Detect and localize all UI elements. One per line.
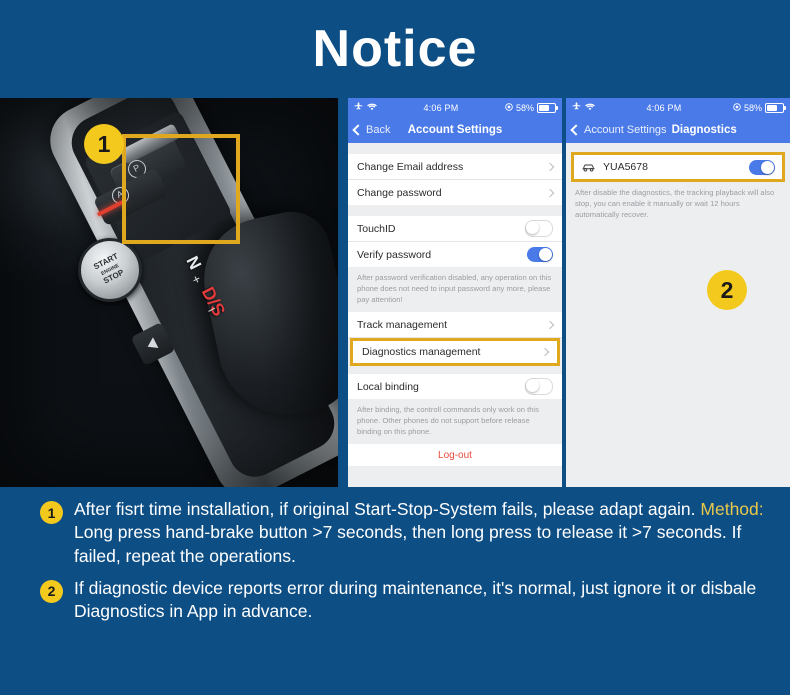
airplane-icon <box>572 102 581 113</box>
list-item-label: Local binding <box>357 380 419 393</box>
note-method-label: Method: <box>700 499 764 519</box>
diagnostics-device-row[interactable]: YUA5678 <box>574 155 782 179</box>
back-button[interactable]: Account Settings <box>570 124 667 136</box>
step-badge-2: 2 <box>707 270 747 310</box>
touchid-toggle[interactable] <box>525 220 553 237</box>
note-text-1: After fisrt time installation, if origin… <box>74 498 764 568</box>
list-item-diagnostics-management[interactable]: Diagnostics management <box>353 341 557 363</box>
step-badge-1: 1 <box>84 124 124 164</box>
device-name: YUA5678 <box>603 161 648 173</box>
nav-bar: Account Settings Diagnostics <box>566 117 790 143</box>
list-item-label: Verify password <box>357 248 432 261</box>
settings-group-binding: Local binding <box>348 374 562 399</box>
verify-password-note: After password verification disabled, an… <box>348 267 562 312</box>
diagnostics-toggle[interactable] <box>749 159 775 175</box>
wifi-icon <box>367 103 377 113</box>
back-button[interactable]: Back <box>352 124 391 136</box>
location-icon <box>505 102 513 113</box>
list-item-local-binding[interactable]: Local binding <box>348 374 562 399</box>
settings-group-security: TouchID Verify password <box>348 216 562 267</box>
verify-password-toggle[interactable] <box>527 247 553 262</box>
note-row-2: 2 If diagnostic device reports error dur… <box>0 577 790 624</box>
diagnostics-device-highlight: YUA5678 <box>571 152 785 182</box>
diagnostics-management-highlight: Diagnostics management <box>350 338 560 366</box>
note-row-1: 1 After fisrt time installation, if orig… <box>0 498 790 568</box>
location-icon <box>733 102 741 113</box>
back-label: Account Settings <box>584 124 667 136</box>
status-time: 4:06 PM <box>646 102 682 113</box>
status-time: 4:06 PM <box>423 102 459 113</box>
hand-brake-highlight-box <box>122 134 240 244</box>
chevron-left-icon <box>570 124 582 136</box>
list-item-change-password[interactable]: Change password <box>348 180 562 205</box>
list-item-label: TouchID <box>357 222 396 235</box>
list-item-label: Track management <box>357 318 448 331</box>
page-title: Notice <box>312 20 478 78</box>
logout-button[interactable]: Log-out <box>348 444 562 466</box>
list-item-label: Change Email address <box>357 160 464 173</box>
battery-percent: 58% <box>743 102 762 113</box>
note-text-1-before: After fisrt time installation, if origin… <box>74 499 701 519</box>
note-text-1-after: Long press hand-brake button >7 seconds,… <box>74 522 742 566</box>
group-gap <box>348 143 562 154</box>
phone-screenshot-account-settings: 4:06 PM 58% Back Account Settings Change… <box>348 98 562 487</box>
group-gap <box>348 205 562 216</box>
chevron-right-icon <box>540 347 550 357</box>
note-badge-1: 1 <box>40 501 63 524</box>
settings-group-management: Track management Diagnostics management <box>348 312 562 366</box>
nav-bar: Back Account Settings <box>348 117 562 143</box>
notice-title-bar: Notice <box>0 0 790 98</box>
notes-section: 1 After fisrt time installation, if orig… <box>0 488 790 695</box>
car-icon <box>581 162 596 173</box>
local-binding-toggle[interactable] <box>525 378 553 395</box>
local-binding-note: After binding, the controll commands onl… <box>348 399 562 444</box>
wifi-icon <box>585 103 595 113</box>
note-badge-2: 2 <box>40 579 63 603</box>
list-item-label: Change password <box>357 186 442 199</box>
chevron-right-icon <box>545 162 555 171</box>
battery-icon <box>765 102 786 113</box>
car-console-photo: P R N D/S P A START ENGINE STOP + – 1 <box>0 98 338 487</box>
list-item-verify-password[interactable]: Verify password <box>348 242 562 267</box>
panels-strip: P R N D/S P A START ENGINE STOP + – 1 <box>0 98 790 488</box>
note-text-2: If diagnostic device reports error durin… <box>74 577 764 624</box>
status-bar: 4:06 PM 58% <box>566 98 790 117</box>
note-text-2-before: If diagnostic device reports error durin… <box>74 577 757 622</box>
chevron-right-icon <box>545 320 555 329</box>
back-label: Back <box>366 124 391 136</box>
battery-icon <box>537 102 558 113</box>
diagnostics-note: After disable the diagnostics, the track… <box>566 182 790 227</box>
nav-title: Diagnostics <box>671 124 737 136</box>
list-item-touchid[interactable]: TouchID <box>348 216 562 242</box>
airplane-icon <box>354 102 363 113</box>
chevron-right-icon <box>545 188 555 197</box>
chevron-left-icon <box>352 124 364 136</box>
status-bar: 4:06 PM 58% <box>348 98 562 117</box>
battery-percent: 58% <box>515 102 534 113</box>
list-item-label: Diagnostics management <box>362 346 481 358</box>
list-item-change-email[interactable]: Change Email address <box>348 154 562 180</box>
phone-screenshot-diagnostics: 4:06 PM 58% Account Settings Diagnostics <box>566 98 790 487</box>
list-item-track-management[interactable]: Track management <box>348 312 562 338</box>
group-gap <box>348 366 562 374</box>
settings-group-account: Change Email address Change password <box>348 154 562 205</box>
